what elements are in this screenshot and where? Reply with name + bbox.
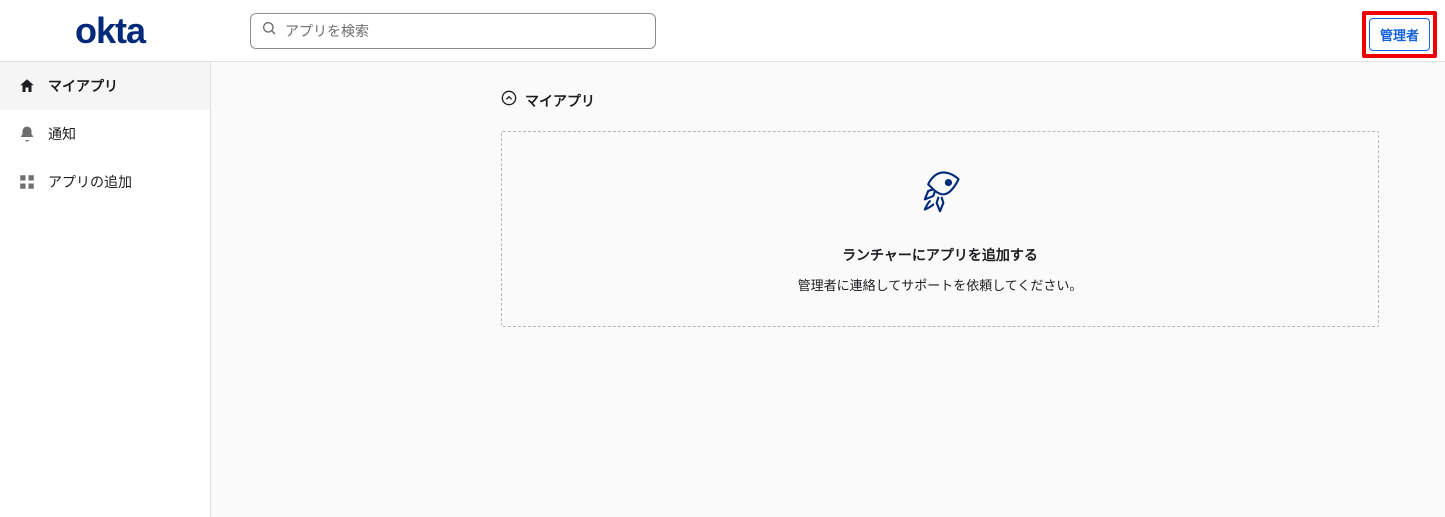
grid-plus-icon (18, 173, 36, 191)
admin-button[interactable]: 管理者 (1369, 18, 1430, 51)
empty-state: ランチャーにアプリを追加する 管理者に連絡してサポートを依頼してください。 (501, 131, 1379, 327)
empty-state-title: ランチャーにアプリを追加する (842, 245, 1038, 265)
empty-state-subtitle: 管理者に連絡してサポートを依頼してください。 (798, 275, 1083, 294)
layout: マイアプリ 通知 アプリの追加 マイアプリ (0, 62, 1445, 517)
sidebar-item-label: マイアプリ (48, 76, 118, 96)
bell-icon (18, 125, 36, 143)
section-header[interactable]: マイアプリ (501, 90, 1385, 111)
main-content: マイアプリ ランチャーにアプリを追加する 管理者に連絡してサポートを依頼してくだ… (211, 62, 1445, 517)
rocket-icon (913, 164, 967, 223)
sidebar-item-label: アプリの追加 (48, 172, 132, 192)
section-title: マイアプリ (525, 91, 595, 111)
sidebar-item-my-apps[interactable]: マイアプリ (0, 62, 210, 110)
logo-text: okta (75, 10, 145, 52)
search-input[interactable] (285, 23, 645, 39)
search-icon (261, 20, 277, 41)
home-icon (18, 77, 36, 95)
header: okta 管理者 (0, 0, 1445, 62)
admin-button-highlight: 管理者 (1362, 11, 1437, 58)
search-input-wrapper[interactable] (250, 13, 656, 49)
chevron-up-circle-icon (501, 90, 517, 111)
sidebar-item-label: 通知 (48, 124, 76, 144)
logo[interactable]: okta (20, 10, 200, 52)
sidebar-item-notifications[interactable]: 通知 (0, 110, 210, 158)
sidebar: マイアプリ 通知 アプリの追加 (0, 62, 211, 517)
sidebar-item-add-apps[interactable]: アプリの追加 (0, 158, 210, 206)
